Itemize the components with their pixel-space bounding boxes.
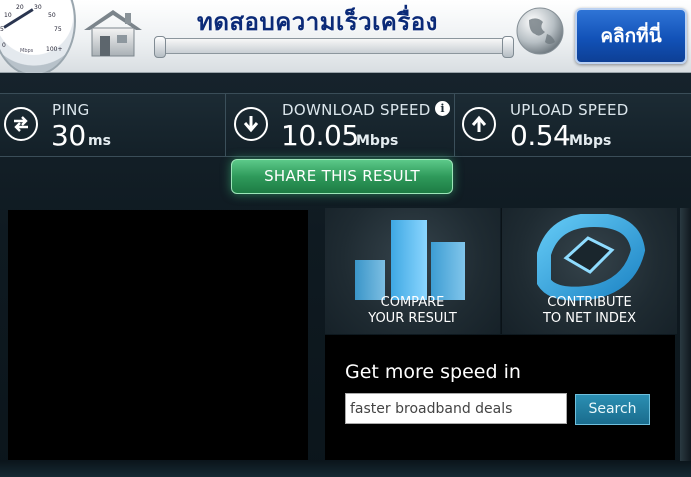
compare-line2: YOUR RESULT <box>368 311 457 326</box>
contribute-line2: TO NET INDEX <box>542 311 636 326</box>
compare-line1: COMPARE <box>380 295 445 310</box>
share-result-button[interactable]: SHARE THIS RESULT <box>231 159 453 194</box>
ping-label: PING <box>52 101 90 119</box>
progress-track <box>154 36 514 58</box>
ad-search-input[interactable] <box>345 393 567 424</box>
upload-unit: Mbps <box>569 133 612 149</box>
ad-search-button[interactable]: Search <box>575 394 650 425</box>
gauge-tick: 20 <box>16 4 24 11</box>
upload-value: 0.54 <box>510 119 571 152</box>
transfer-arrows-icon <box>4 107 38 141</box>
upload-label: UPLOAD SPEED <box>510 101 629 119</box>
ping-value: 30 <box>51 119 86 152</box>
contribute-line1: CONTRIBUTE <box>547 295 632 310</box>
upload-arrow-icon <box>462 107 496 141</box>
gauge-tick: 100+ <box>46 46 63 53</box>
gauge-tick: 0 <box>2 42 6 49</box>
contribute-net-index-tile[interactable]: CONTRIBUTE TO NET INDEX <box>501 208 677 334</box>
ping-unit: ms <box>88 133 111 149</box>
info-icon[interactable]: i <box>435 101 450 116</box>
download-label: DOWNLOAD SPEED <box>282 101 431 119</box>
floor-glow <box>0 461 691 477</box>
ad-box: Get more speed in Search <box>325 335 675 460</box>
ping-stat: PING 30 ms <box>0 94 226 156</box>
download-unit: Mbps <box>356 133 399 149</box>
download-stat: DOWNLOAD SPEED 10.05 Mbps <box>226 94 455 156</box>
gauge-tick: 75 <box>54 26 62 33</box>
globe-icon <box>516 7 564 55</box>
gauge-unit: Mbps <box>20 48 34 54</box>
gauge-tick: 10 <box>4 12 12 19</box>
upload-stat: UPLOAD SPEED 0.54 Mbps <box>455 94 691 156</box>
right-border <box>680 208 691 468</box>
ad-title: Get more speed in <box>345 361 521 383</box>
page-title: ทดสอบความเร็วเครื่อง <box>197 8 438 36</box>
download-arrow-icon <box>234 107 268 141</box>
click-here-button[interactable]: คลิกที่นี่ <box>575 8 687 64</box>
compare-result-tile[interactable]: COMPARE YOUR RESULT <box>325 208 500 334</box>
gauge-tick: 50 <box>48 12 56 19</box>
bar-chart-icon <box>355 220 465 300</box>
results-bar: PING 30 ms DOWNLOAD SPEED 10.05 Mbps i U… <box>0 93 691 157</box>
download-value: 10.05 <box>281 119 359 152</box>
net-index-icon <box>537 214 646 301</box>
black-media-panel <box>8 210 308 460</box>
speed-gauge-icon: 0 5 10 20 30 50 75 100+ Mbps <box>0 0 76 76</box>
gauge-tick: 30 <box>34 4 42 11</box>
house-icon <box>84 10 142 57</box>
speedtest-app: PING 30 ms DOWNLOAD SPEED 10.05 Mbps i U… <box>0 73 691 477</box>
top-banner: 0 5 10 20 30 50 75 100+ Mbps ทดสอบความเร… <box>0 0 691 76</box>
